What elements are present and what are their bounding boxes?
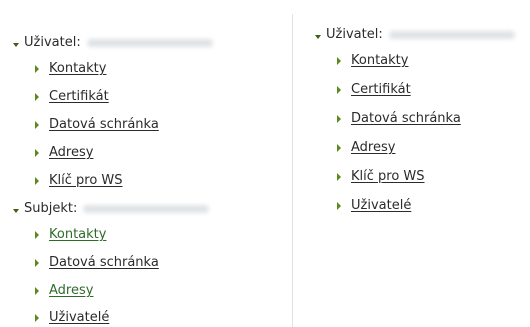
group-subjekt-left[interactable]: Subjekt: bbox=[13, 200, 210, 218]
chevron-right-icon bbox=[337, 86, 341, 94]
chevron-right-icon bbox=[35, 259, 39, 267]
link-datova-schranka[interactable]: Datová schránka bbox=[49, 116, 159, 134]
chevron-down-icon bbox=[13, 42, 19, 47]
chevron-right-icon bbox=[35, 177, 39, 185]
link-datova-schranka[interactable]: Datová schránka bbox=[351, 110, 461, 128]
list-item: Certifikát bbox=[337, 81, 411, 99]
chevron-down-icon bbox=[13, 208, 19, 213]
chevron-right-icon bbox=[35, 93, 39, 101]
chevron-right-icon bbox=[337, 173, 341, 181]
link-certifikat[interactable]: Certifikát bbox=[351, 81, 411, 99]
link-datova-schranka[interactable]: Datová schránka bbox=[49, 254, 159, 272]
right-panel: Uživatel: Kontakty Certifikát Datová sch… bbox=[293, 0, 530, 327]
list-item: Kontakty bbox=[35, 226, 106, 244]
chevron-right-icon bbox=[35, 287, 39, 295]
chevron-right-icon bbox=[337, 115, 341, 123]
list-item: Adresy bbox=[35, 282, 93, 300]
list-item: Klíč pro WS bbox=[337, 168, 425, 186]
list-item: Datová schránka bbox=[35, 116, 159, 134]
group-uzivatel-right[interactable]: Uživatel: bbox=[315, 26, 515, 44]
link-kontakty[interactable]: Kontakty bbox=[49, 226, 106, 244]
chevron-right-icon bbox=[337, 57, 341, 65]
link-certifikat[interactable]: Certifikát bbox=[49, 88, 109, 106]
link-adresy[interactable]: Adresy bbox=[49, 282, 93, 300]
chevron-right-icon bbox=[337, 202, 341, 210]
list-item: Datová schránka bbox=[337, 110, 461, 128]
redacted-username bbox=[86, 39, 213, 47]
chevron-right-icon bbox=[337, 144, 341, 152]
link-klic-pro-ws[interactable]: Klíč pro WS bbox=[49, 172, 123, 190]
group-label: Uživatel: bbox=[24, 35, 81, 50]
list-item: Uživatelé bbox=[35, 309, 109, 327]
list-item: Klíč pro WS bbox=[35, 172, 123, 190]
left-panel: Uživatel: Kontakty Certifikát Datová sch… bbox=[0, 0, 292, 327]
group-label: Subjekt: bbox=[24, 201, 78, 216]
chevron-right-icon bbox=[35, 121, 39, 129]
redacted-username bbox=[388, 31, 515, 39]
list-item: Adresy bbox=[337, 139, 395, 157]
chevron-down-icon bbox=[315, 34, 321, 39]
chevron-right-icon bbox=[35, 149, 39, 157]
group-uzivatel-left[interactable]: Uživatel: bbox=[13, 34, 213, 52]
link-adresy[interactable]: Adresy bbox=[49, 144, 93, 162]
list-item: Kontakty bbox=[337, 52, 408, 70]
link-kontakty[interactable]: Kontakty bbox=[49, 60, 106, 78]
list-item: Datová schránka bbox=[35, 254, 159, 272]
link-uzivatele[interactable]: Uživatelé bbox=[351, 197, 411, 215]
link-klic-pro-ws[interactable]: Klíč pro WS bbox=[351, 168, 425, 186]
chevron-right-icon bbox=[35, 65, 39, 73]
redacted-subject bbox=[83, 205, 210, 213]
group-label: Uživatel: bbox=[326, 27, 383, 42]
list-item: Uživatelé bbox=[337, 197, 411, 215]
chevron-right-icon bbox=[35, 231, 39, 239]
link-adresy[interactable]: Adresy bbox=[351, 139, 395, 157]
list-item: Certifikát bbox=[35, 88, 109, 106]
chevron-right-icon bbox=[35, 314, 39, 322]
list-item: Kontakty bbox=[35, 60, 106, 78]
list-item: Adresy bbox=[35, 144, 93, 162]
link-uzivatele[interactable]: Uživatelé bbox=[49, 309, 109, 327]
link-kontakty[interactable]: Kontakty bbox=[351, 52, 408, 70]
